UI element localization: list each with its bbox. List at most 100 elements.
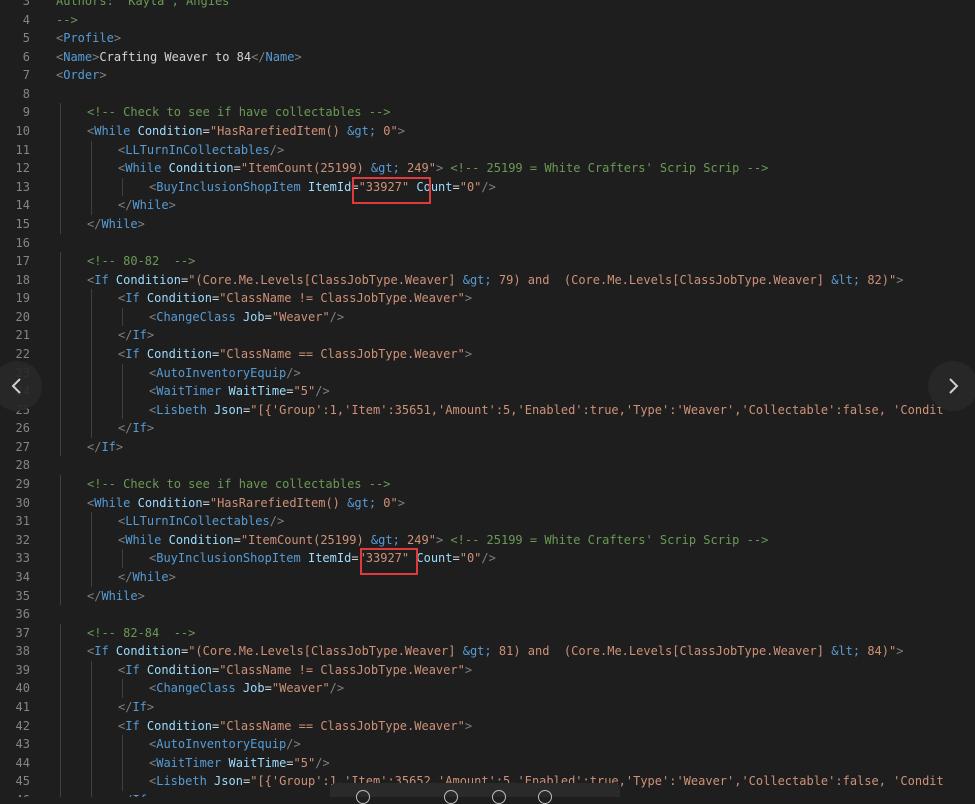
code-text: Authors: "Kayla","Angies" (56, 0, 237, 11)
token: BuyInclusionShopItem (156, 551, 301, 566)
token: &gt; (347, 495, 377, 510)
indent-guide (60, 660, 61, 680)
token: = (202, 124, 210, 139)
token: If (132, 328, 147, 343)
token: While (101, 588, 138, 603)
code-text: </While> (118, 196, 176, 215)
line-number: 15 (15, 216, 30, 231)
indent-guide (91, 549, 92, 568)
token: If (94, 272, 109, 287)
indent-guide (60, 307, 61, 327)
indent-guide (91, 159, 92, 178)
token: &gt; (347, 124, 377, 139)
code-editor[interactable]: 3 Authors: "Kayla","Angies" 4 --> 5 <Profile>… (0, 0, 975, 797)
token: > (146, 699, 155, 714)
code-text: <LLTurnInCollectables/> (118, 512, 284, 531)
zoom-out-icon[interactable] (444, 790, 458, 804)
token: </ (87, 439, 102, 454)
line-number: 21 (15, 328, 30, 343)
zoom-in-icon[interactable] (356, 790, 370, 804)
token: </ (118, 569, 133, 584)
token: Name (265, 49, 295, 64)
token: "5" (293, 755, 316, 770)
code-line: 5 <Profile> (0, 29, 975, 48)
token: Lisbeth (156, 774, 207, 789)
line-number: 44 (15, 755, 30, 770)
line-number: 38 (15, 644, 30, 659)
next-image-button[interactable] (928, 361, 975, 411)
code-line: 11 <LLTurnInCollectables/> (0, 140, 975, 160)
item-id-highlight-box (352, 177, 431, 204)
token: </ (118, 198, 133, 213)
code-text: <If Condition="ClassName != ClassJobType… (118, 289, 472, 308)
indent-guide (60, 196, 61, 215)
code-line: 28 (0, 456, 975, 475)
indent-guide (122, 549, 123, 568)
code-line: 30 <While Condition="HasRarefiedItem() &g… (0, 493, 975, 513)
code-line: 4 --> (0, 11, 975, 30)
token: /> (315, 755, 330, 770)
token: Condition (115, 644, 181, 659)
code-text: </While> (87, 587, 145, 606)
code-line: 38 <If Condition="(Core.Me.Levels[ClassJo… (0, 642, 975, 661)
token: > (896, 644, 904, 659)
fit-screen-icon[interactable] (538, 790, 552, 804)
code-text: <!-- 82-84 --> (87, 624, 195, 643)
code-line: 23<AutoInventoryEquip/> (0, 363, 975, 383)
token: Condition (146, 662, 212, 677)
token: Count (416, 551, 453, 566)
token: 84)" (860, 644, 897, 659)
indent-guide (91, 679, 92, 698)
indent-guide (91, 530, 92, 550)
token: > (146, 328, 155, 343)
indent-guide (60, 252, 61, 271)
code-text: <Order> (56, 66, 107, 85)
token: Json (214, 774, 243, 789)
token: If (125, 346, 140, 361)
code-text: </If> (118, 791, 154, 797)
token: <!-- 25199 = White Crafters' Scrip Scrip… (450, 161, 769, 176)
code-line: 36 (0, 605, 975, 624)
indent-guide (91, 326, 92, 345)
code-line: 19 <If Condition="ClassName != ClassJobTy… (0, 289, 975, 308)
chevron-right-icon (949, 378, 959, 394)
indent-guide (60, 790, 61, 797)
indent-guide (91, 196, 92, 215)
indent-guide (91, 716, 92, 736)
code-line: 7 <Order> (0, 66, 975, 85)
token: > (147, 793, 154, 797)
token: "0" (459, 551, 482, 566)
code-text: <Profile> (56, 29, 121, 48)
code-line: 9 <!-- Check to see if have collectables … (0, 103, 975, 123)
indent-guide (122, 400, 123, 420)
code-line: 21 </If> (0, 326, 975, 345)
rotate-icon[interactable] (492, 790, 506, 804)
indent-guide (122, 753, 123, 773)
line-number: 14 (15, 198, 30, 213)
code-text: <While Condition="ItemCount(25199) &gt; … (118, 159, 768, 178)
indent-guide (91, 512, 92, 531)
token: Job (242, 681, 265, 696)
token: "ItemCount(25199) (240, 532, 371, 547)
code-line: 22 <If Condition="ClassName == ClassJobTy… (0, 344, 975, 364)
item-id-highlight-box (360, 548, 418, 575)
indent-guide (60, 493, 61, 513)
indent-guide (60, 400, 61, 420)
token: If (125, 662, 140, 677)
token: &lt; (831, 644, 861, 659)
indent-guide (122, 735, 123, 754)
line-number: 19 (15, 291, 30, 306)
token: While (132, 569, 169, 584)
code-lines: 3 Authors: "Kayla","Angies" 4 --> 5 <Profile>… (0, 0, 975, 797)
token: > (99, 68, 107, 83)
token: Profile (63, 31, 114, 46)
indent-guide (60, 382, 61, 401)
indent-guide (60, 214, 61, 234)
token: 0" (376, 124, 398, 139)
indent-guide (60, 140, 61, 160)
token: Condition (168, 161, 234, 176)
indent-guide (91, 363, 92, 383)
